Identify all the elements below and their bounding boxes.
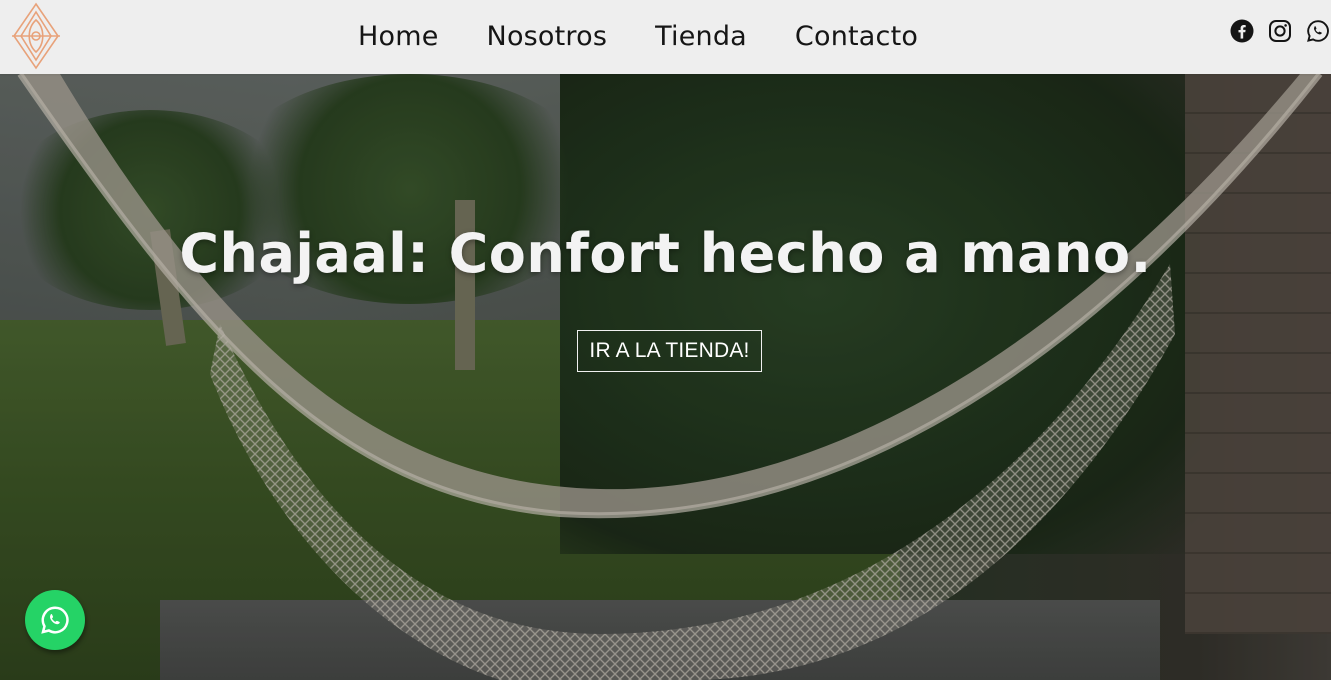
whatsapp-icon: [41, 606, 69, 634]
nav-contacto[interactable]: Contacto: [771, 0, 942, 74]
nav-tienda[interactable]: Tienda: [631, 0, 771, 74]
shop-button[interactable]: IR A LA TIENDA!: [577, 330, 762, 372]
nav-nosotros[interactable]: Nosotros: [463, 0, 632, 74]
site-header: Home Nosotros Tienda Contacto: [0, 0, 1331, 74]
floating-whatsapp-button[interactable]: [25, 590, 85, 650]
hero-title: Chajaal: Confort hecho a mano.: [179, 222, 1152, 285]
social-links: [1229, 18, 1331, 44]
nav-home[interactable]: Home: [334, 0, 463, 74]
whatsapp-icon[interactable]: [1305, 18, 1331, 44]
instagram-icon[interactable]: [1267, 18, 1293, 44]
facebook-icon[interactable]: [1229, 18, 1255, 44]
chajaal-logo-icon[interactable]: [10, 2, 62, 70]
main-nav: Home Nosotros Tienda Contacto: [334, 0, 942, 74]
